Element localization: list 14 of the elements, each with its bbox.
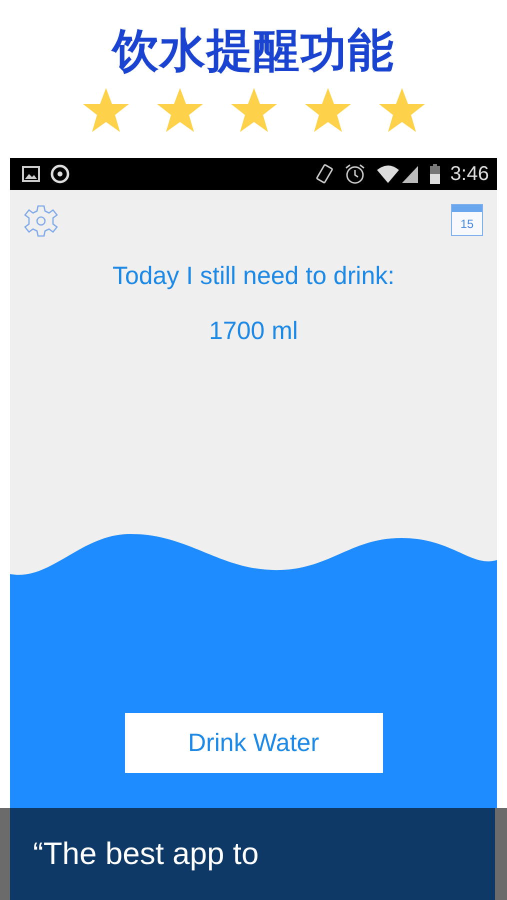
remaining-label: Today I still need to drink: bbox=[111, 262, 396, 291]
calendar-icon[interactable]: 15 bbox=[451, 204, 483, 236]
drink-water-button[interactable]: Drink Water bbox=[124, 713, 382, 773]
settings-icon[interactable] bbox=[24, 204, 58, 238]
alarm-icon bbox=[344, 163, 366, 185]
page-title: 饮水提醒功能 bbox=[112, 22, 394, 78]
signal-icon bbox=[376, 164, 420, 184]
battery-icon bbox=[430, 164, 440, 184]
clock-time: 3:46 bbox=[450, 162, 489, 186]
remaining-amount: 1700 ml bbox=[208, 317, 299, 346]
quote-text: “The best app to bbox=[33, 836, 259, 872]
circle-icon bbox=[50, 164, 70, 184]
vibrate-icon bbox=[316, 163, 334, 185]
image-icon bbox=[22, 166, 40, 182]
